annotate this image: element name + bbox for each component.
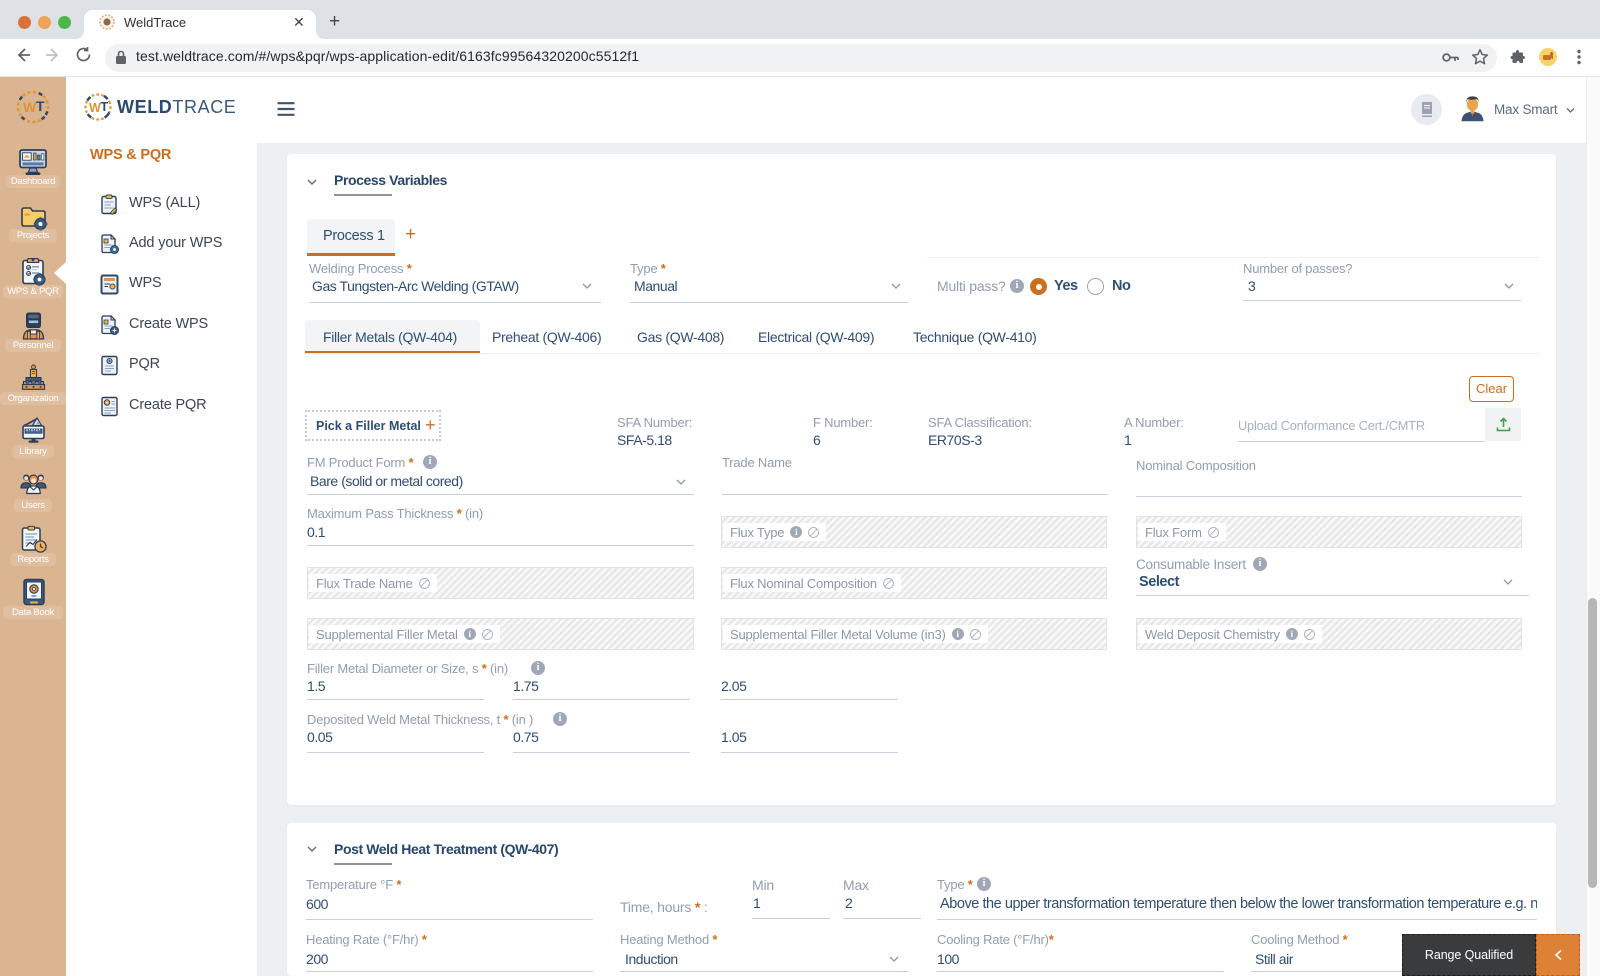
svg-text:W: W (89, 101, 101, 115)
svg-text:W: W (23, 99, 37, 115)
svg-text:T: T (36, 98, 45, 114)
svg-text:T: T (101, 100, 109, 114)
